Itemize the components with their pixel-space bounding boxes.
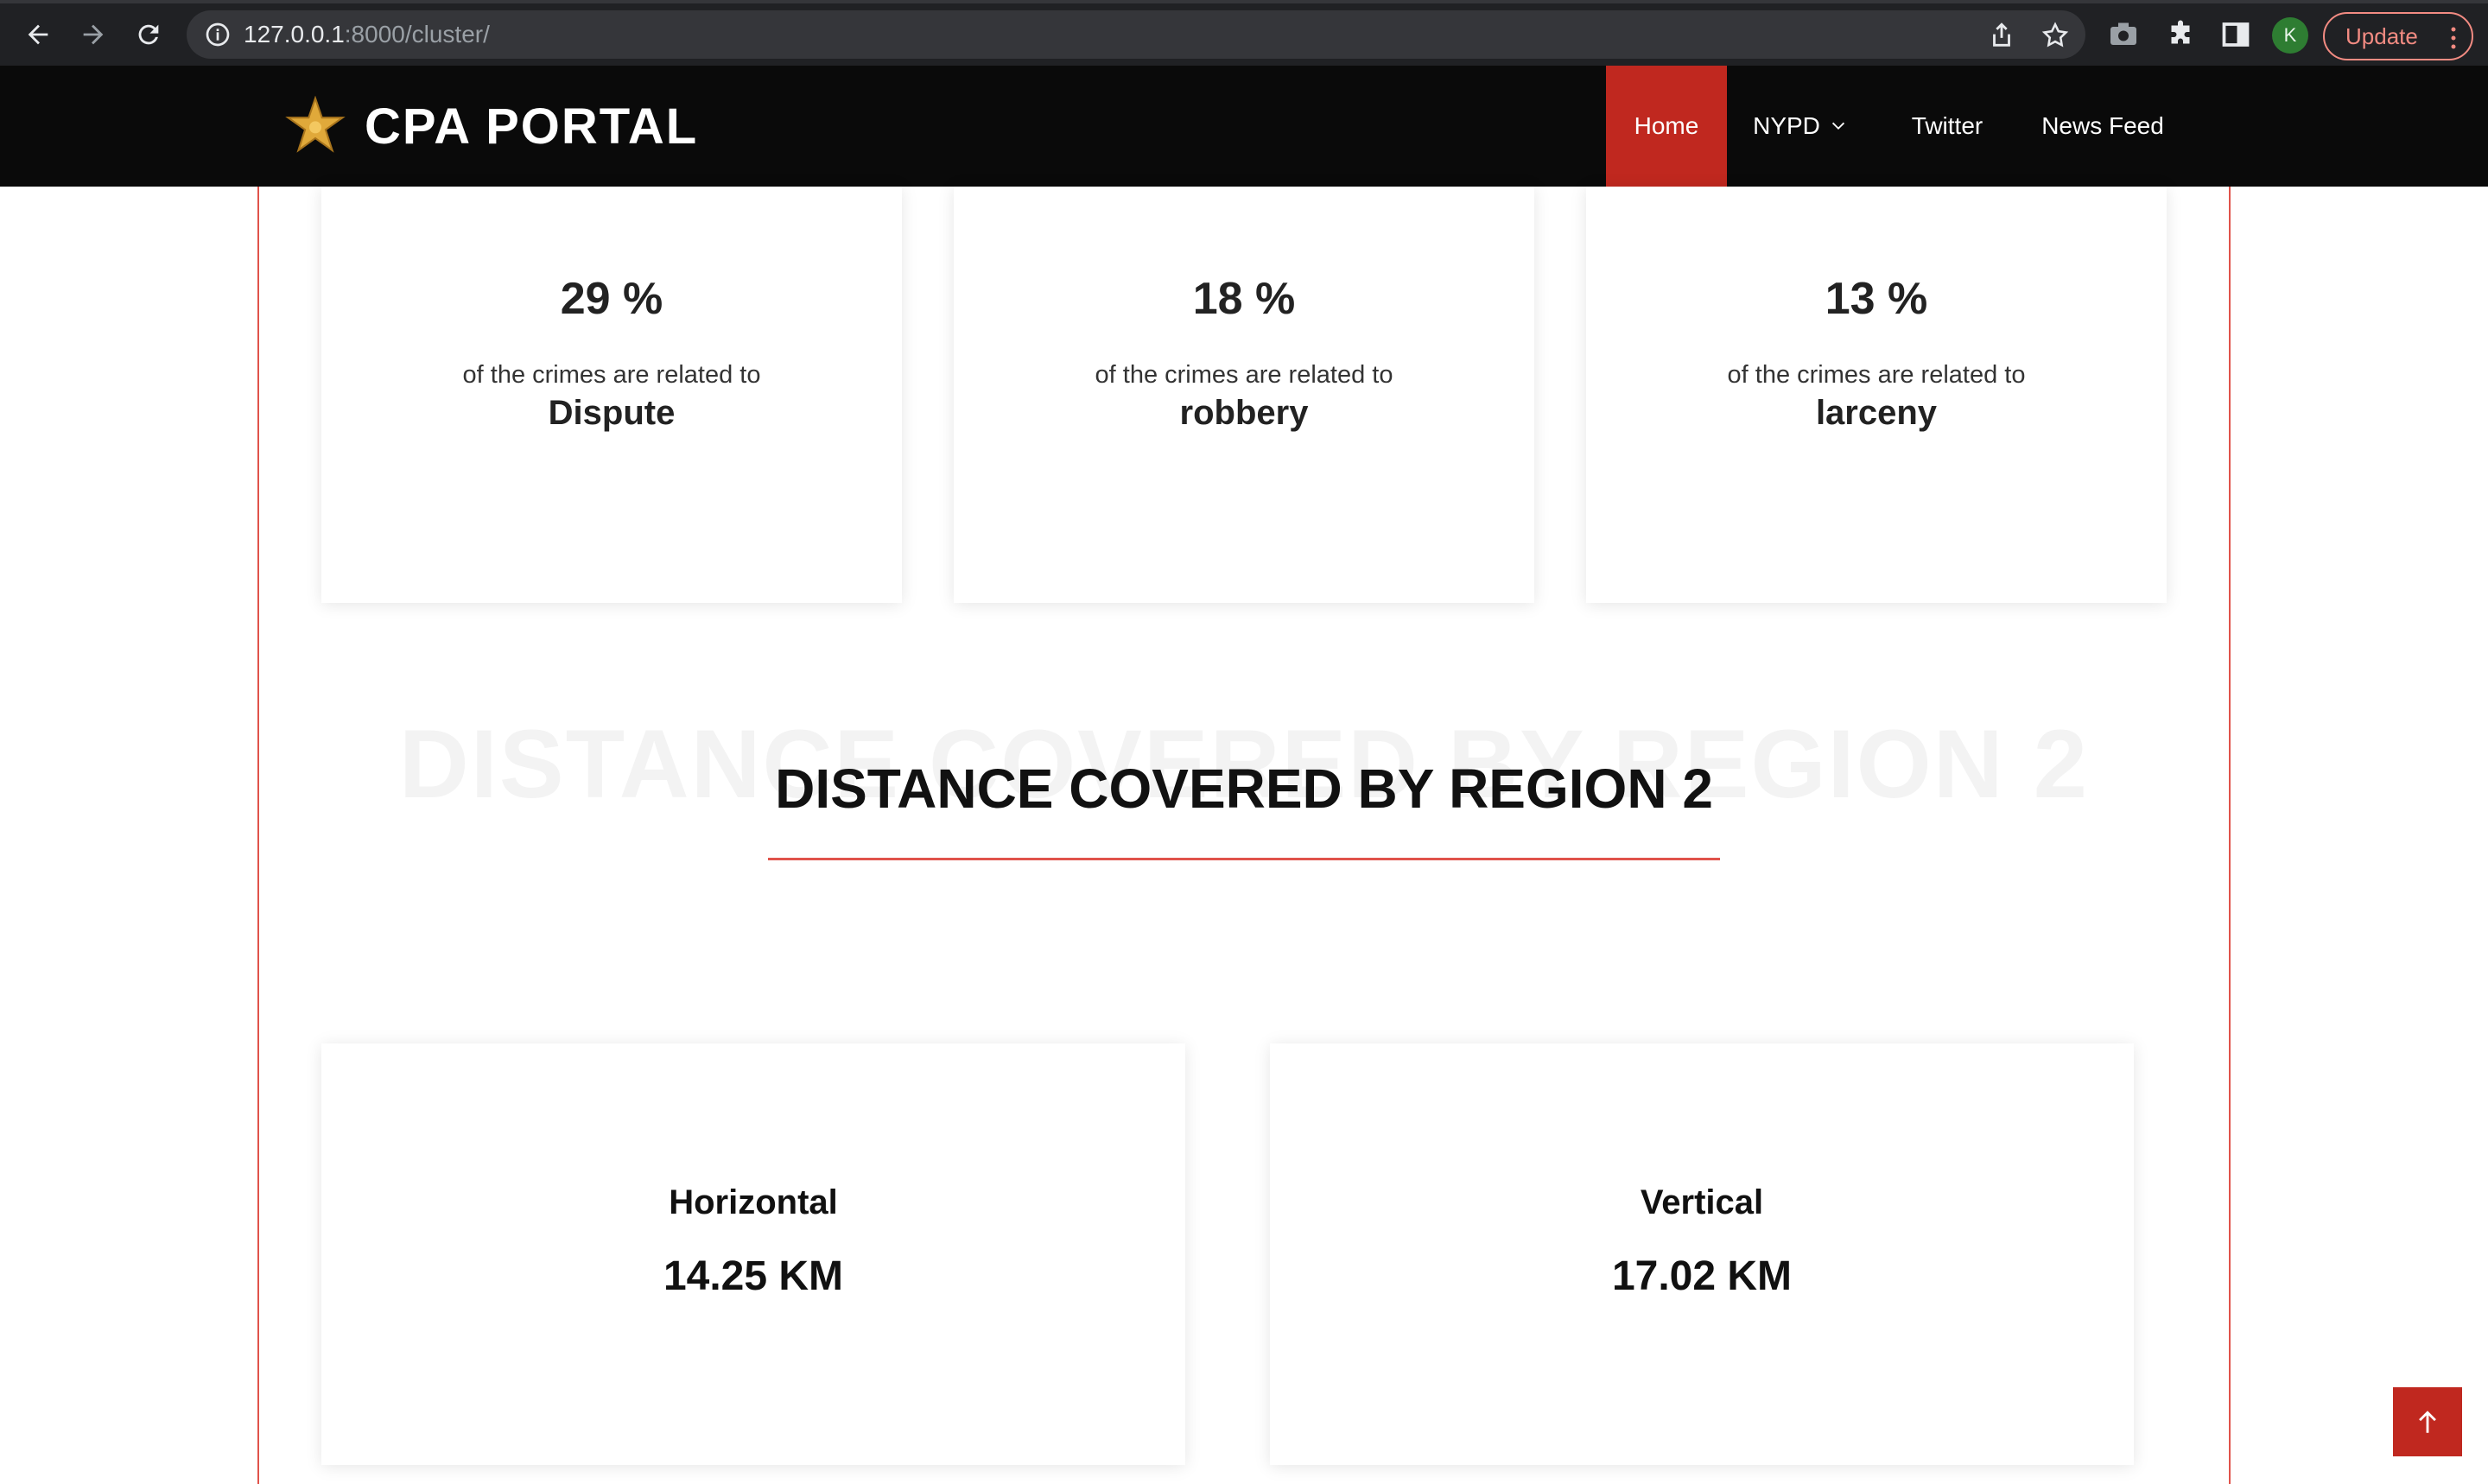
kebab-menu-icon — [2451, 27, 2456, 49]
crime-stat-card: 13 % of the crimes are related to larcen… — [1586, 187, 2167, 603]
section-divider — [768, 858, 1720, 860]
arrow-left-icon — [28, 24, 48, 45]
distance-value: 17.02 KM — [1611, 1253, 1793, 1299]
update-label: Update — [2345, 22, 2418, 49]
camera-extension-icon[interactable] — [2108, 19, 2139, 50]
reload-icon — [138, 24, 159, 45]
chevron-down-icon — [1831, 122, 1844, 130]
nav-news-feed[interactable]: News Feed — [2021, 66, 2185, 187]
arrow-right-icon — [83, 24, 104, 45]
site-navbar: CPA PORTAL Home NYPD Twitter News Feed — [0, 66, 2488, 187]
back-to-top-button[interactable] — [2393, 1387, 2462, 1456]
distance-label: Vertical — [1640, 1183, 1764, 1221]
arrow-up-icon — [2419, 1411, 2436, 1433]
main-menu: Home NYPD Twitter News Feed — [1606, 66, 2185, 187]
nav-twitter[interactable]: Twitter — [1874, 66, 2021, 187]
update-button[interactable]: Update — [2323, 12, 2473, 60]
sheriff-star-icon — [285, 96, 346, 153]
crime-percent: 18 % — [1192, 274, 1296, 324]
url-text[interactable]: 127.0.0.1:8000/cluster/ — [244, 21, 490, 48]
brand-logo[interactable]: CPA PORTAL — [285, 92, 698, 161]
distance-label: Horizontal — [669, 1183, 838, 1221]
crime-category: Dispute — [548, 394, 676, 432]
share-icon[interactable] — [1987, 21, 2016, 50]
profile-avatar[interactable]: K — [2272, 17, 2308, 54]
back-button[interactable] — [19, 16, 57, 54]
side-panel-icon[interactable] — [2220, 19, 2251, 50]
nav-nypd[interactable]: NYPD — [1727, 66, 1874, 187]
nav-home[interactable]: Home — [1606, 66, 1727, 187]
browser-toolbar: 127.0.0.1:8000/cluster/ K Update — [0, 0, 2488, 66]
brand-name: CPA PORTAL — [365, 98, 699, 155]
reload-button[interactable] — [130, 16, 168, 54]
extensions-puzzle-icon[interactable] — [2165, 19, 2196, 50]
distance-value: 14.25 KM — [663, 1253, 844, 1299]
forward-button[interactable] — [74, 16, 112, 54]
crime-stat-card: 29 % of the crimes are related to Disput… — [321, 187, 902, 603]
crime-description: of the crimes are related to — [1727, 361, 2026, 389]
distance-card: Horizontal 14.25 KM — [321, 1043, 1185, 1465]
crime-category: larceny — [1815, 394, 1938, 432]
crime-description: of the crimes are related to — [1095, 361, 1393, 389]
crime-category: robbery — [1179, 394, 1309, 432]
info-icon[interactable] — [204, 21, 232, 48]
crime-percent: 29 % — [560, 274, 663, 324]
crime-stat-card: 18 % of the crimes are related to robber… — [954, 187, 1534, 603]
crime-percent: 13 % — [1825, 274, 1928, 324]
section-title: DISTANCE COVERED BY REGION 2 — [775, 758, 1713, 820]
bookmark-star-icon[interactable] — [2041, 21, 2070, 50]
distance-card: Vertical 17.02 KM — [1270, 1043, 2134, 1465]
address-bar[interactable]: 127.0.0.1:8000/cluster/ — [187, 10, 2085, 59]
crime-description: of the crimes are related to — [462, 361, 761, 389]
